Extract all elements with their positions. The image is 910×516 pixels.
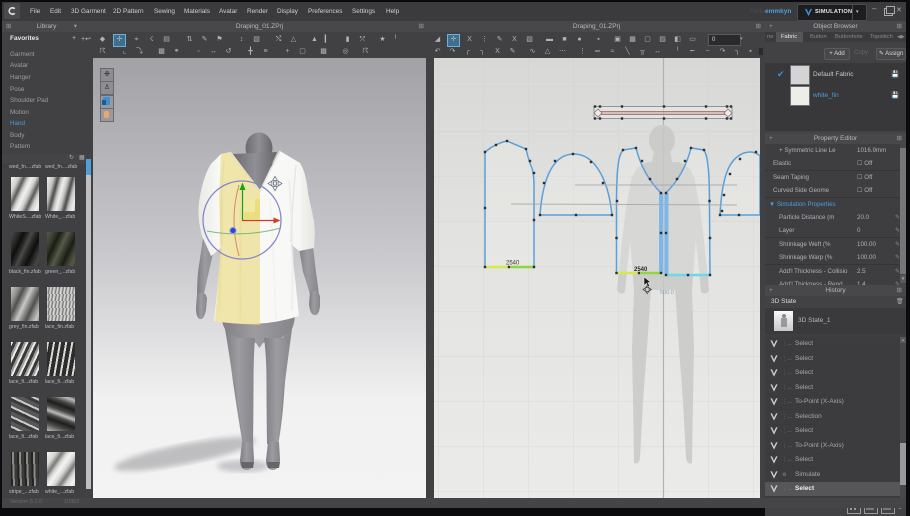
svg-text:500.0: 500.0 — [660, 290, 674, 296]
svg-text:2540: 2540 — [506, 261, 520, 267]
svg-text:2540: 2540 — [634, 267, 648, 273]
